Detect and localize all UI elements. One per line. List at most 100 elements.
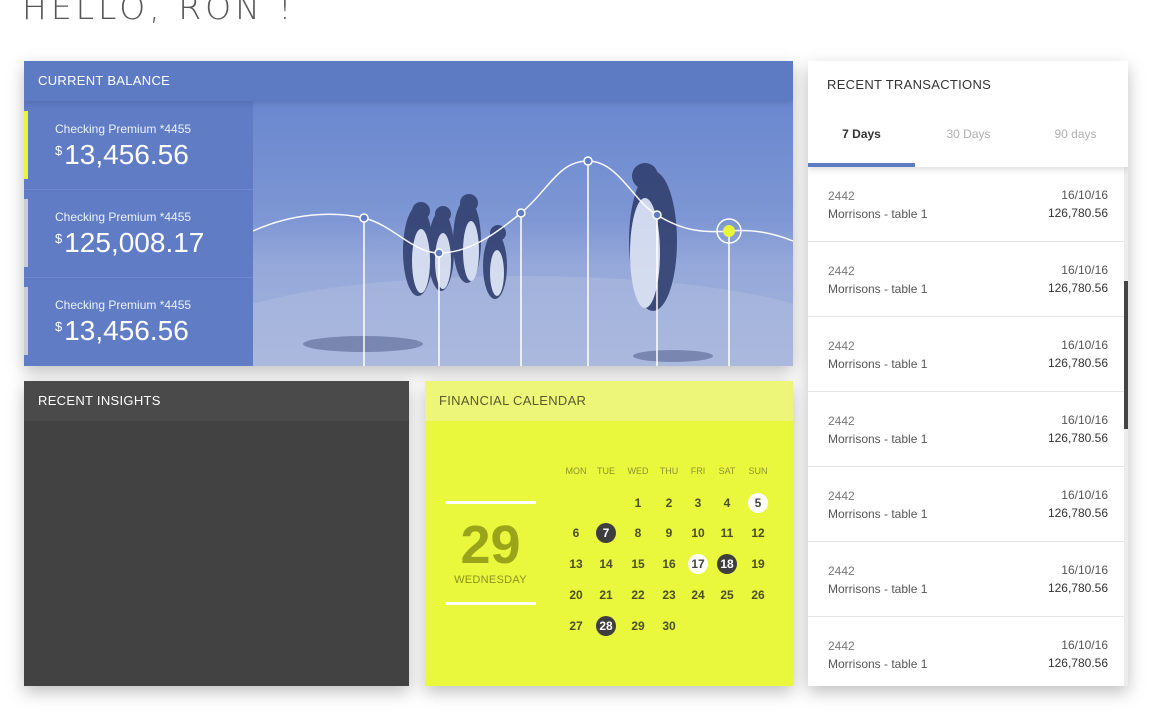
account-indicator — [24, 199, 28, 267]
account-amount: $125,008.17 — [55, 227, 204, 259]
calendar-day[interactable]: 26 — [748, 585, 768, 605]
transaction-date: 16/10/16 — [1061, 263, 1108, 277]
calendar-day[interactable]: 7 — [596, 523, 616, 543]
transaction-ref: 2442 — [828, 339, 855, 353]
transaction-date: 16/10/16 — [1061, 413, 1108, 427]
calendar-day[interactable]: 10 — [688, 523, 708, 543]
calendar-day[interactable]: 15 — [628, 554, 648, 574]
calendar-day[interactable]: 6 — [566, 523, 586, 543]
calendar-day[interactable]: 2 — [659, 493, 679, 513]
calendar-day[interactable]: 30 — [659, 616, 679, 636]
calendar-day[interactable]: 23 — [659, 585, 679, 605]
transaction-ref: 2442 — [828, 564, 855, 578]
calendar-day[interactable]: 21 — [596, 585, 616, 605]
weekday-header: TUE — [597, 466, 615, 476]
calendar-card-header: FINANCIAL CALENDAR — [425, 381, 793, 421]
account-label: Checking Premium *4455 — [55, 210, 192, 224]
calendar-day[interactable]: 8 — [628, 523, 648, 543]
account-label: Checking Premium *4455 — [55, 298, 192, 312]
calendar-day[interactable]: 22 — [628, 585, 648, 605]
account-list: Checking Premium *4455 $13,456.56 Checki… — [24, 101, 253, 366]
tab-7-days[interactable]: 7 Days — [808, 127, 915, 141]
calendar-day[interactable]: 19 — [748, 554, 768, 574]
divider — [445, 602, 536, 605]
account-label: Checking Premium *4455 — [55, 122, 192, 136]
transactions-title: RECENT TRANSACTIONS — [827, 77, 992, 92]
recent-insights-card: RECENT INSIGHTS — [24, 381, 409, 686]
transaction-ref: 2442 — [828, 189, 855, 203]
current-balance-card: CURRENT BALANCE Checking Premium *4455 $… — [24, 61, 793, 366]
balance-chart-area — [253, 101, 793, 366]
transaction-date: 16/10/16 — [1061, 563, 1108, 577]
transaction-row[interactable]: 2442 Morrisons - table 1 16/10/16 126,780.5… — [808, 317, 1124, 392]
weekday-header: MON — [565, 466, 587, 476]
calendar-day[interactable]: 20 — [566, 585, 586, 605]
transaction-date: 16/10/16 — [1061, 338, 1108, 352]
transaction-ref: 2442 — [828, 264, 855, 278]
selected-day-number: 29 — [460, 515, 521, 575]
account-indicator — [24, 111, 28, 179]
calendar-day[interactable]: 24 — [688, 585, 708, 605]
greeting-title: HELLO, RON ! — [22, 0, 296, 27]
selected-date: 29 WEDNESDAY — [445, 501, 536, 605]
transaction-amount: 126,780.56 — [1047, 656, 1108, 670]
currency-symbol: $ — [55, 143, 63, 158]
transaction-ref: 2442 — [828, 414, 855, 428]
transaction-row[interactable]: 2442 Morrisons - table 1 16/10/16 126,780.5… — [808, 392, 1124, 467]
calendar-day[interactable]: 1 — [628, 493, 648, 513]
transaction-merchant: Morrisons - table 1 — [828, 357, 928, 371]
calendar-day[interactable]: 3 — [688, 493, 708, 513]
transaction-row[interactable]: 2442 Morrisons - table 1 16/10/16 126,780.5… — [808, 542, 1124, 617]
divider — [445, 501, 536, 504]
calendar-day[interactable]: 9 — [659, 523, 679, 543]
weekday-header: THU — [659, 466, 679, 476]
tab-90-days[interactable]: 90 days — [1022, 127, 1128, 141]
balance-card-title: CURRENT BALANCE — [38, 73, 171, 88]
account-indicator — [24, 287, 28, 355]
weekday-header: SAT — [718, 466, 736, 476]
amount-value: 13,456.56 — [64, 139, 189, 170]
account-amount: $13,456.56 — [55, 139, 189, 171]
penguin-image — [253, 163, 793, 366]
transaction-ref: 2442 — [828, 489, 855, 503]
calendar-day[interactable]: 18 — [717, 554, 737, 574]
tab-30-days[interactable]: 30 Days — [915, 127, 1022, 141]
transaction-row[interactable]: 2442 Morrisons - table 1 16/10/16 126,780.5… — [808, 467, 1124, 542]
calendar-day[interactable]: 27 — [566, 616, 586, 636]
account-item[interactable]: Checking Premium *4455 $13,456.56 — [24, 277, 253, 365]
calendar-day[interactable]: 29 — [628, 616, 648, 636]
calendar-day[interactable]: 14 — [596, 554, 616, 574]
calendar-day[interactable]: 5 — [748, 493, 768, 513]
calendar-day[interactable]: 13 — [566, 554, 586, 574]
transaction-amount: 126,780.56 — [1047, 506, 1108, 520]
weekday-header: WED — [627, 466, 649, 476]
scrollbar-thumb[interactable] — [1124, 281, 1128, 429]
calendar-day[interactable]: 17 — [688, 554, 708, 574]
calendar-day[interactable]: 4 — [717, 493, 737, 513]
calendar-day[interactable]: 16 — [659, 554, 679, 574]
transaction-merchant: Morrisons - table 1 — [828, 582, 928, 596]
calendar-day[interactable]: 28 — [596, 616, 616, 636]
calendar-day[interactable]: 25 — [717, 585, 737, 605]
transaction-amount: 126,780.56 — [1047, 581, 1108, 595]
transaction-amount: 126,780.56 — [1047, 356, 1108, 370]
transaction-amount: 126,780.56 — [1047, 206, 1108, 220]
transaction-row[interactable]: 2442 Morrisons - table 1 16/10/16 126,780.5… — [808, 242, 1124, 317]
active-tab-indicator — [808, 163, 915, 167]
transaction-row[interactable]: 2442 Morrisons - table 1 16/10/16 126,780.5… — [808, 617, 1124, 686]
amount-value: 13,456.56 — [64, 315, 189, 346]
calendar-day[interactable]: 11 — [717, 523, 737, 543]
transaction-merchant: Morrisons - table 1 — [828, 657, 928, 671]
transaction-merchant: Morrisons - table 1 — [828, 207, 928, 221]
account-item[interactable]: Checking Premium *4455 $125,008.17 — [24, 189, 253, 278]
selected-point[interactable] — [723, 225, 735, 237]
transaction-date: 16/10/16 — [1061, 188, 1108, 202]
account-item[interactable]: Checking Premium *4455 $13,456.56 — [24, 101, 253, 190]
insights-card-header: RECENT INSIGHTS — [24, 381, 409, 421]
calendar-day[interactable]: 12 — [748, 523, 768, 543]
calendar-card-title: FINANCIAL CALENDAR — [439, 393, 587, 408]
insights-card-title: RECENT INSIGHTS — [38, 393, 161, 408]
amount-value: 125,008.17 — [64, 227, 205, 258]
selected-weekday: WEDNESDAY — [454, 574, 527, 586]
transaction-row[interactable]: 2442 Morrisons - table 1 16/10/16 126,780.5… — [808, 167, 1124, 242]
